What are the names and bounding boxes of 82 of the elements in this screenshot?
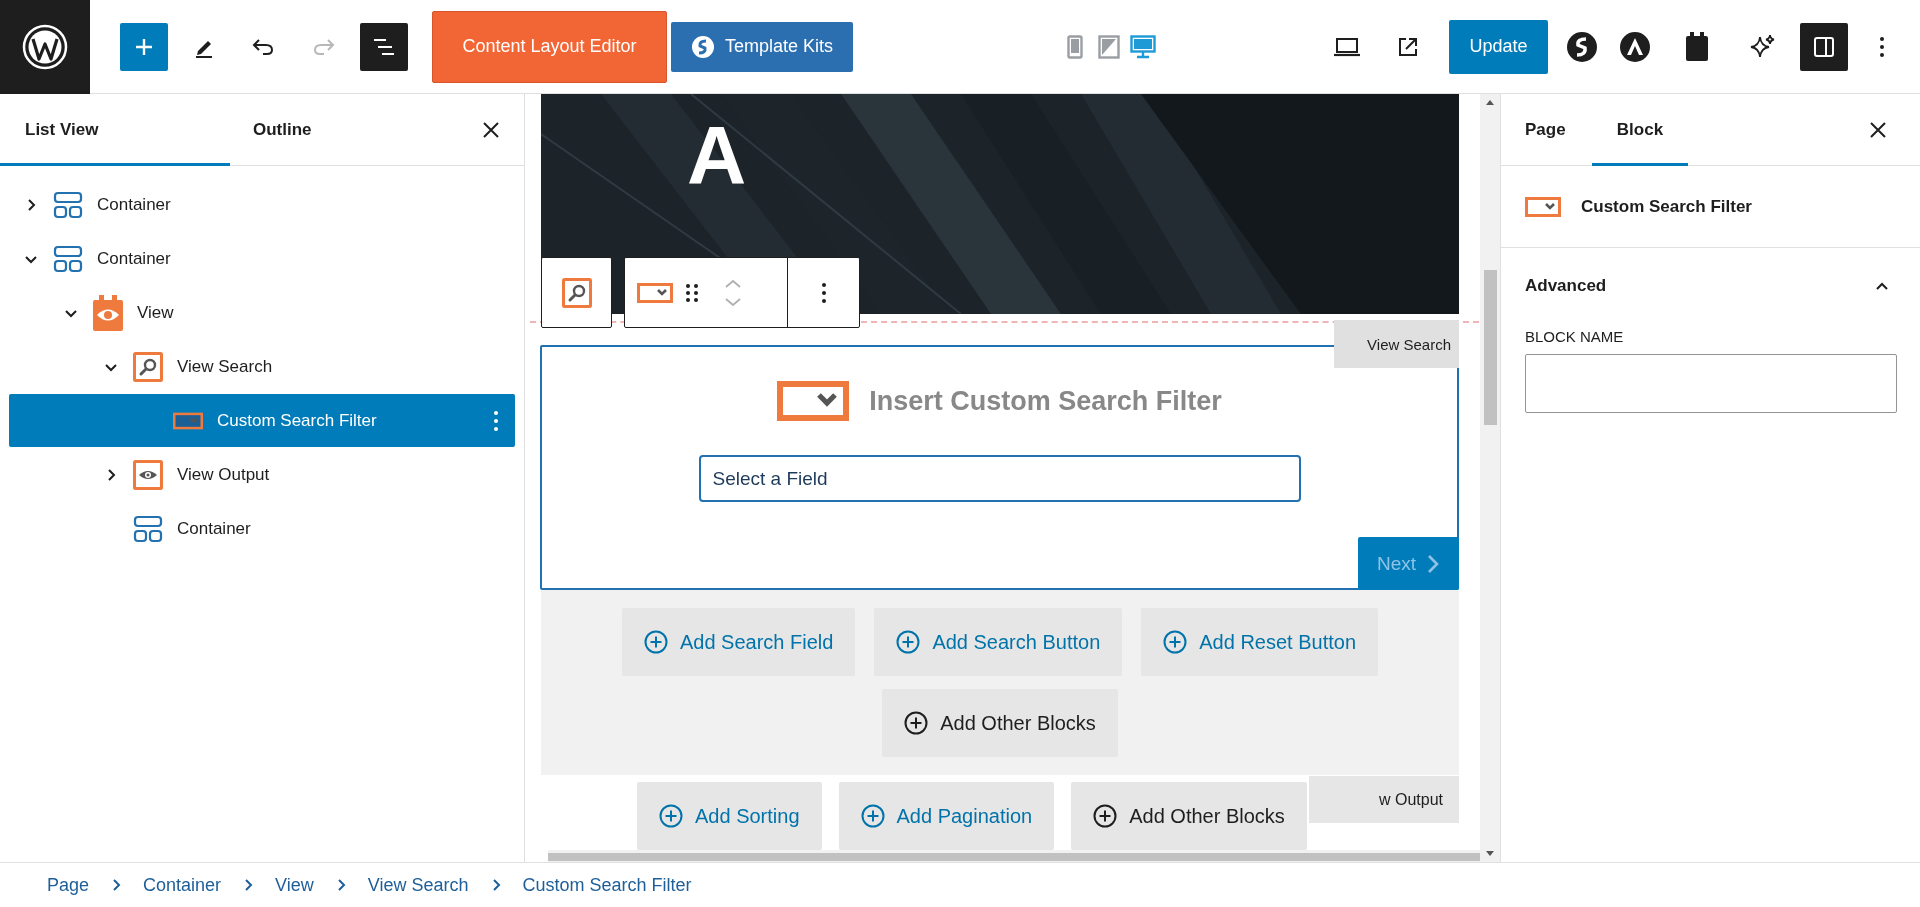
block-label: w Output (1309, 776, 1459, 823)
sidebar-toggle-button[interactable] (1800, 22, 1848, 71)
dropdown-icon (777, 381, 850, 421)
add-block-button[interactable]: Add Other Blocks (1071, 782, 1307, 850)
field-label: BLOCK NAME (1525, 328, 1625, 345)
eye-icon (93, 295, 123, 331)
container-icon (133, 514, 163, 544)
block-parent-button[interactable] (541, 257, 612, 328)
add-block-button[interactable]: Add Pagination (838, 782, 1055, 850)
hero-heading: A (687, 114, 747, 196)
plus-circle-icon (896, 630, 921, 654)
section-title: Advanced (1525, 276, 1607, 296)
plus-circle-icon (860, 804, 885, 828)
scrollbar-thumb[interactable] (1484, 270, 1497, 425)
breadcrumb-link[interactable]: View Search (367, 874, 469, 896)
panel-header[interactable]: Advanced (1525, 248, 1896, 324)
document-overview-button[interactable] (360, 22, 408, 71)
breadcrumb-link[interactable]: View (275, 874, 314, 896)
add-block-button[interactable]: Add Search Field (621, 608, 856, 676)
logo-icon[interactable] (1566, 30, 1598, 63)
plus-circle-icon (904, 711, 929, 735)
plus-circle-icon (659, 804, 683, 828)
more-options-icon[interactable] (820, 281, 827, 304)
tree-item[interactable]: Container (9, 178, 515, 232)
plus-circle-icon (1163, 630, 1188, 654)
drag-handle-icon[interactable] (685, 282, 699, 303)
dropdown-icon (173, 410, 203, 431)
plus-icon (134, 36, 154, 57)
add-block-button[interactable] (120, 22, 168, 71)
calendar-icon[interactable] (1685, 31, 1709, 62)
eye-icon (133, 460, 163, 490)
close-icon[interactable] (1868, 119, 1888, 140)
container-icon (53, 244, 83, 274)
close-icon[interactable] (481, 119, 501, 140)
sidebar-icon (1813, 35, 1835, 58)
plus-circle-icon (1093, 804, 1118, 828)
logo-icon[interactable] (22, 23, 68, 70)
plus-circle-icon (643, 630, 668, 654)
tree-item[interactable]: Custom Search Filter (9, 394, 515, 447)
select-field[interactable]: Select a Field (698, 455, 1301, 502)
tree-item[interactable]: Container (9, 232, 515, 286)
filter-title: Insert Custom Search Filter (869, 385, 1222, 417)
more-options-icon[interactable] (1879, 35, 1885, 58)
search-icon (133, 352, 163, 382)
scrollbar[interactable] (1480, 94, 1500, 862)
phone-icon[interactable] (1067, 34, 1083, 59)
tree-item[interactable]: Container (9, 502, 515, 556)
logo-icon[interactable] (1619, 30, 1651, 63)
laptop-icon[interactable] (1333, 36, 1361, 57)
logo-icon (690, 34, 715, 59)
tab[interactable]: List View (0, 94, 230, 166)
tree-item[interactable]: View (9, 286, 515, 340)
tab[interactable]: Outline (230, 94, 312, 166)
dropdown-icon (1525, 196, 1561, 217)
scroll-up-icon[interactable] (1486, 100, 1494, 105)
undo-icon[interactable] (251, 36, 275, 57)
block-title: Custom Search Filter (1581, 196, 1752, 217)
breadcrumb-link[interactable]: Custom Search Filter (522, 874, 692, 896)
add-block-button[interactable]: Add Search Button (874, 608, 1123, 676)
tab[interactable]: Block (1592, 94, 1688, 166)
block-label: View Search (1334, 320, 1459, 368)
search-icon (561, 277, 592, 308)
container-icon (53, 190, 83, 220)
update-button[interactable]: Update (1449, 19, 1548, 74)
block-name-field[interactable] (1525, 354, 1897, 413)
tree-item[interactable]: View Output (9, 448, 515, 502)
external-link-icon[interactable] (1397, 35, 1419, 58)
breadcrumb-link[interactable]: Page (47, 874, 90, 896)
next-button: Next (1358, 537, 1459, 590)
add-block-button[interactable]: Add Sorting (637, 782, 822, 850)
desktop-icon[interactable] (1130, 34, 1156, 59)
tree-item[interactable]: View Search (9, 340, 515, 394)
tablet-icon[interactable] (1098, 34, 1120, 59)
dropdown-icon (637, 282, 673, 303)
scroll-down-icon[interactable] (1486, 851, 1494, 856)
list-icon (372, 36, 396, 57)
chevron-icon (1426, 552, 1441, 575)
breadcrumb-link[interactable]: Container (143, 874, 222, 896)
template-kits-button[interactable]: Template Kits (671, 21, 853, 72)
add-block-button[interactable]: Add Other Blocks (882, 689, 1118, 757)
add-block-button[interactable]: Add Reset Button (1141, 608, 1379, 676)
tab[interactable]: Page (1525, 94, 1592, 166)
